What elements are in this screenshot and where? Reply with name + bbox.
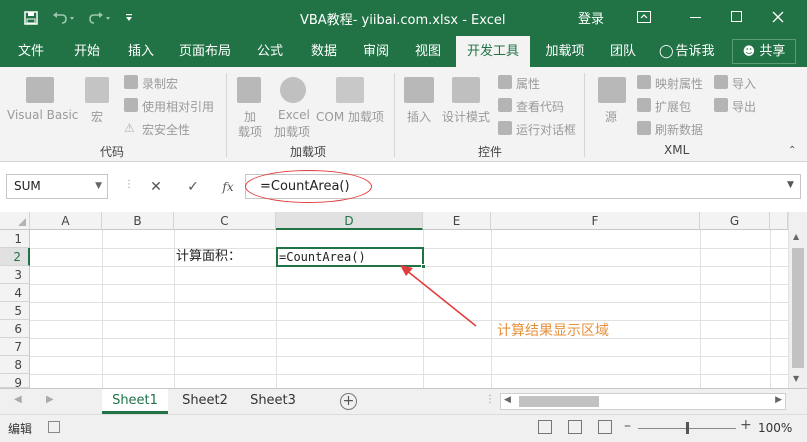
annotation-label: 计算结果显示区域 xyxy=(497,323,609,339)
horizontal-scrollbar[interactable]: ◀ ▶ xyxy=(500,393,786,410)
page-layout-view-icon[interactable] xyxy=(568,420,582,434)
sheet-tab-sheet1[interactable]: Sheet1 xyxy=(102,389,168,414)
sheet-tab-bar: ◀ ▶ Sheet1 Sheet2 Sheet3 + ⋮ ◀ ▶ xyxy=(0,388,807,414)
scroll-thumb-horizontal[interactable] xyxy=(519,396,599,407)
normal-view-icon[interactable] xyxy=(538,420,552,434)
zoom-in-icon[interactable]: + xyxy=(740,417,752,433)
scroll-left-icon[interactable]: ◀ xyxy=(504,395,511,405)
annotation-arrow xyxy=(400,265,477,327)
prev-sheet-icon[interactable]: ◀ xyxy=(14,394,22,405)
zoom-out-icon[interactable]: – xyxy=(624,418,631,434)
sheet-tab-sheet2[interactable]: Sheet2 xyxy=(172,389,238,414)
page-break-view-icon[interactable] xyxy=(598,420,612,434)
status-bar: 编辑 – + 100% xyxy=(0,414,807,442)
zoom-slider-thumb[interactable] xyxy=(686,422,689,434)
macro-record-icon[interactable] xyxy=(48,421,60,433)
sheet-tab-sheet3[interactable]: Sheet3 xyxy=(240,389,306,414)
scroll-right-icon[interactable]: ▶ xyxy=(775,395,782,405)
zoom-level[interactable]: 100% xyxy=(758,421,792,435)
sheet-scroll-splitter[interactable]: ⋮ xyxy=(485,394,495,405)
next-sheet-icon[interactable]: ▶ xyxy=(46,394,54,405)
status-mode: 编辑 xyxy=(8,422,33,436)
add-sheet-icon[interactable]: + xyxy=(340,393,357,410)
